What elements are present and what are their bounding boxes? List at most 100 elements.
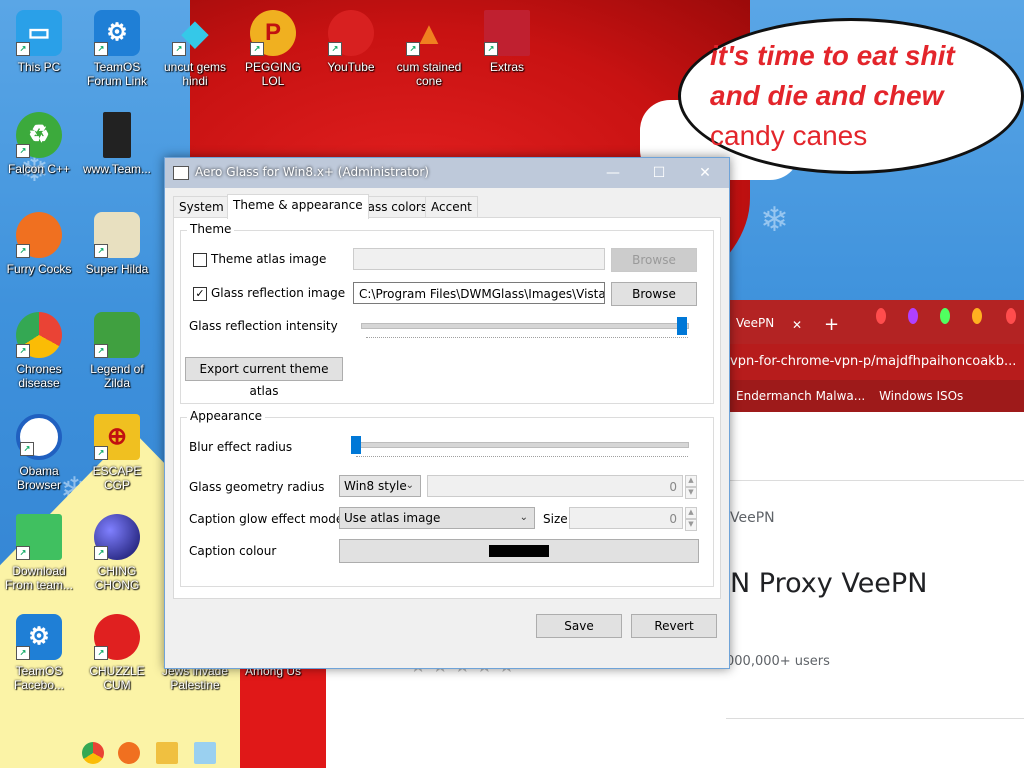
glow-mode-select[interactable]: Use atlas image ⌄ [339,507,535,529]
desktop-icon[interactable]: ↗ Super Hilda [78,212,156,276]
glow-size-label: Size [543,512,568,526]
desktop-icon[interactable]: ↗ Furry Cocks [0,212,78,276]
spin-up-icon[interactable]: ▲ [685,475,697,487]
maximize-icon[interactable]: ☐ [636,158,682,188]
theme-atlas-label: Theme atlas image [211,252,327,266]
spin-down-icon[interactable]: ▼ [685,487,697,499]
chuzzle-icon: ↗ [94,614,140,660]
folder-taskbar-icon[interactable] [156,742,178,764]
reflection-intensity-label: Glass reflection intensity [189,319,338,333]
blur-radius-slider[interactable] [351,442,689,448]
desktop-icon-label: TeamOS Facebo... [13,664,65,692]
blur-radius-label: Blur effect radius [189,440,293,454]
browser-tab[interactable]: VeePN [736,316,774,330]
bookmark-endermanch[interactable]: Endermanch Malwa... [736,389,865,403]
spin-up-icon[interactable]: ▲ [685,507,697,519]
minimize-icon[interactable]: — [590,158,636,188]
reflection-intensity-slider[interactable] [361,323,689,329]
spin-down-icon[interactable]: ▼ [685,519,697,531]
notepad-icon: ↗ [16,514,62,560]
caption-colour-button[interactable] [339,539,699,563]
desktop-icon[interactable]: ⚙ ↗ TeamOS Forum Link [78,10,156,88]
dialog-titlebar[interactable]: Aero Glass for Win8.x+ (Administrator) —… [165,158,729,188]
theme-atlas-checkbox[interactable] [193,253,207,267]
desktop-icon-label: Falcon C++ [7,162,71,176]
tab-theme-appearance[interactable]: Theme & appearance [227,194,369,219]
desktop-icon-label: PEGGING LOL [244,60,301,88]
save-button[interactable]: Save [536,614,622,638]
tab-accent[interactable]: Accent [425,196,478,218]
browser-window[interactable]: VeePN ✕ + vpn-for-chrome-vpn-p/majdfhpai… [726,300,1024,768]
close-tab-icon[interactable]: ✕ [792,318,802,332]
light-bulb-decoration [876,308,886,324]
glass-reflection-checkbox[interactable]: ✓ [193,287,207,301]
desktop-icon-label: Download From team... [4,564,73,592]
desktop-icon-label: Obama Browser [16,464,61,492]
geometry-radius-field[interactable]: 0 [427,475,683,497]
theme-group-label: Theme [187,222,235,236]
desktop-icon[interactable]: ↗ CHUZZLE CUM [78,614,156,692]
desktop-icon-label: TeamOS Forum Link [86,60,148,88]
reflection-intensity-thumb[interactable] [677,317,687,335]
geometry-radius-spinner[interactable]: ▲ ▼ [685,475,697,499]
close-icon[interactable]: ✕ [682,158,728,188]
desktop-icon[interactable]: ↗ Download From team... [0,514,78,592]
desktop-icon[interactable]: ↗ YouTube [312,10,390,74]
glow-mode-label: Caption glow effect mode [189,512,344,526]
browse-reflection-button[interactable]: Browse [611,282,697,306]
desktop-icon[interactable]: ↗ Chrones disease [0,312,78,390]
glow-size-spinner[interactable]: ▲ ▼ [685,507,697,531]
revert-button[interactable]: Revert [631,614,717,638]
export-theme-atlas-button[interactable]: Export current theme atlas [185,357,343,398]
glow-size-field[interactable]: 0 [569,507,683,529]
slider-ticks [356,456,688,461]
chrome-taskbar-icon[interactable] [82,742,104,764]
gear-icon: ⚙ ↗ [94,10,140,56]
desktop-icon[interactable]: ♻ ↗ Falcon C++ [0,112,78,176]
desktop-icon[interactable]: ↗ Obama Browser [0,414,78,492]
tab-system[interactable]: System [173,196,230,218]
browser-address-bar[interactable]: vpn-for-chrome-vpn-p/majdfhpaihoncoakb..… [726,344,1024,380]
desktop-icon[interactable]: ⚙ ↗ TeamOS Facebo... [0,614,78,692]
chevron-down-icon: ⌄ [405,480,414,491]
snowflake-decoration: ❄ [760,200,789,240]
pixel-art-icon: ↗ [94,212,140,258]
obama-logo-icon: ↗ [16,414,62,460]
bookmark-windows-isos[interactable]: Windows ISOs [879,389,963,403]
desktop-icon[interactable]: www.Team... [78,112,156,176]
desktop-icon[interactable]: ↗ Legend of Zilda [78,312,156,390]
glass-reflection-path-field[interactable]: C:\Program Files\DWMGlass\Images\Vista_R… [353,282,605,304]
tab-panel-theme-appearance: Theme Theme atlas image Browse ✓ Glass r… [173,217,721,599]
blur-radius-thumb[interactable] [351,436,361,454]
mouse-cursor-icon [276,276,288,290]
mahjong-icon: ⊕ ↗ [94,414,140,460]
desktop-icon[interactable]: P ↗ PEGGING LOL [234,10,312,88]
desktop-icon-label: This PC [17,60,61,74]
desktop-icon[interactable]: ↗ Extras [468,10,546,74]
image-taskbar-icon[interactable] [194,742,216,764]
geometry-radius-label: Glass geometry radius [189,480,325,494]
geometry-mode-select[interactable]: Win8 style ⌄ [339,475,421,497]
desktop-icon-label: Extras [489,60,524,74]
new-tab-icon[interactable]: + [824,314,839,335]
p-logo-icon: P ↗ [250,10,296,56]
desktop-icon-label: ESCAPE CGP [92,464,142,492]
desktop-icon[interactable]: ▲ ↗ cum stained cone [390,10,468,88]
light-bulb-decoration [972,308,982,324]
desktop-icon[interactable]: ◆ ↗ uncut gems hindi [156,10,234,88]
chrome-icon: ↗ [16,312,62,358]
desktop-icon-label: Chrones disease [16,362,62,390]
desktop-icon[interactable]: ↗ CHING CHONG [78,514,156,592]
desktop-icon[interactable]: ⊕ ↗ ESCAPE CGP [78,414,156,492]
appearance-group-label: Appearance [187,409,266,423]
speech-bubble-text: it's time to eat shit and die and chew c… [710,36,1010,156]
desktop-icon[interactable]: ▭ ↗ This PC [0,10,78,74]
light-bulb-decoration [1006,308,1016,324]
character-icon: ↗ [94,312,140,358]
caption-colour-label: Caption colour [189,544,277,558]
firefox-taskbar-icon[interactable] [118,742,140,764]
browse-atlas-button[interactable]: Browse [611,248,697,272]
dialog-title: Aero Glass for Win8.x+ (Administrator) [195,165,429,179]
theme-atlas-path-field[interactable] [353,248,605,270]
aero-glass-dialog: Aero Glass for Win8.x+ (Administrator) —… [164,157,730,669]
